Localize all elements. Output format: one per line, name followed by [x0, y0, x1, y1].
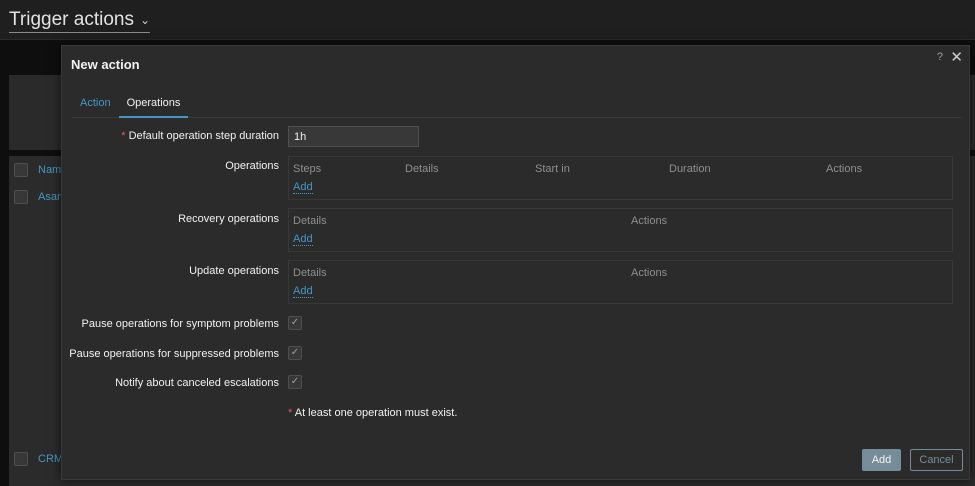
- default-step-duration-label: * Default operation step duration: [62, 130, 279, 142]
- update-operations-table: Details Actions Add: [288, 260, 953, 304]
- recovery-operations-label: Recovery operations: [178, 213, 279, 225]
- checkmark-icon: ✓: [290, 347, 300, 358]
- notify-canceled-label: Notify about canceled escalations: [115, 377, 279, 389]
- column-details: Details: [293, 267, 327, 279]
- table-header-row: Name: [14, 163, 67, 177]
- pause-symptom-checkbox[interactable]: ✓: [288, 316, 302, 330]
- note-text: At least one operation must exist.: [294, 407, 458, 419]
- table-row: Asan: [14, 190, 63, 204]
- column-actions: Actions: [631, 267, 668, 279]
- required-marker: *: [121, 130, 126, 142]
- page-title[interactable]: Trigger actions ⌄: [9, 9, 151, 33]
- tab-operations[interactable]: Operations: [118, 94, 189, 118]
- action-name-link[interactable]: CRM: [38, 453, 63, 465]
- pause-suppressed-label: Pause operations for suppressed problems: [69, 348, 279, 360]
- checkmark-icon: ✓: [290, 317, 300, 328]
- page-header: Trigger actions ⌄: [0, 0, 975, 40]
- column-actions: Actions: [631, 215, 668, 227]
- add-recovery-operation-link[interactable]: Add: [293, 233, 313, 246]
- add-button[interactable]: Add: [862, 449, 901, 471]
- update-operations-label: Update operations: [189, 265, 279, 277]
- row-checkbox[interactable]: [14, 452, 28, 466]
- operations-required-note: * At least one operation must exist.: [288, 407, 457, 419]
- dialog-title: New action: [71, 57, 140, 72]
- column-steps: Steps: [293, 163, 322, 175]
- dialog-tabs: Action Operations: [72, 94, 962, 118]
- cancel-button[interactable]: Cancel: [910, 449, 963, 471]
- operations-table: Steps Details Start in Duration Actions …: [288, 156, 953, 200]
- checkmark-icon: ✓: [290, 376, 300, 387]
- tab-action[interactable]: Action: [72, 94, 119, 118]
- column-duration: Duration: [669, 163, 711, 175]
- action-name-link[interactable]: Asan: [38, 191, 63, 203]
- add-operation-link[interactable]: Add: [293, 181, 313, 194]
- page-title-text: Trigger actions: [9, 9, 134, 30]
- pause-suppressed-checkbox[interactable]: ✓: [288, 346, 302, 360]
- recovery-operations-table: Details Actions Add: [288, 208, 953, 252]
- add-update-operation-link[interactable]: Add: [293, 285, 313, 298]
- pause-symptom-label: Pause operations for symptom problems: [81, 318, 279, 330]
- help-icon[interactable]: ?: [937, 51, 943, 63]
- select-all-checkbox[interactable]: [14, 163, 28, 177]
- required-marker: *: [288, 407, 293, 419]
- default-step-duration-text: Default operation step duration: [128, 130, 279, 142]
- column-details: Details: [405, 163, 439, 175]
- operations-label: Operations: [225, 160, 279, 172]
- default-step-duration-input[interactable]: [288, 126, 419, 147]
- table-row: CRM: [14, 452, 63, 466]
- new-action-dialog: New action ? ✕ Action Operations * Defau…: [61, 45, 970, 480]
- notify-canceled-checkbox[interactable]: ✓: [288, 375, 302, 389]
- column-start-in: Start in: [535, 163, 570, 175]
- column-actions: Actions: [826, 163, 863, 175]
- column-details: Details: [293, 215, 327, 227]
- row-checkbox[interactable]: [14, 190, 28, 204]
- close-icon[interactable]: ✕: [950, 48, 963, 66]
- chevron-down-icon: ⌄: [139, 13, 151, 27]
